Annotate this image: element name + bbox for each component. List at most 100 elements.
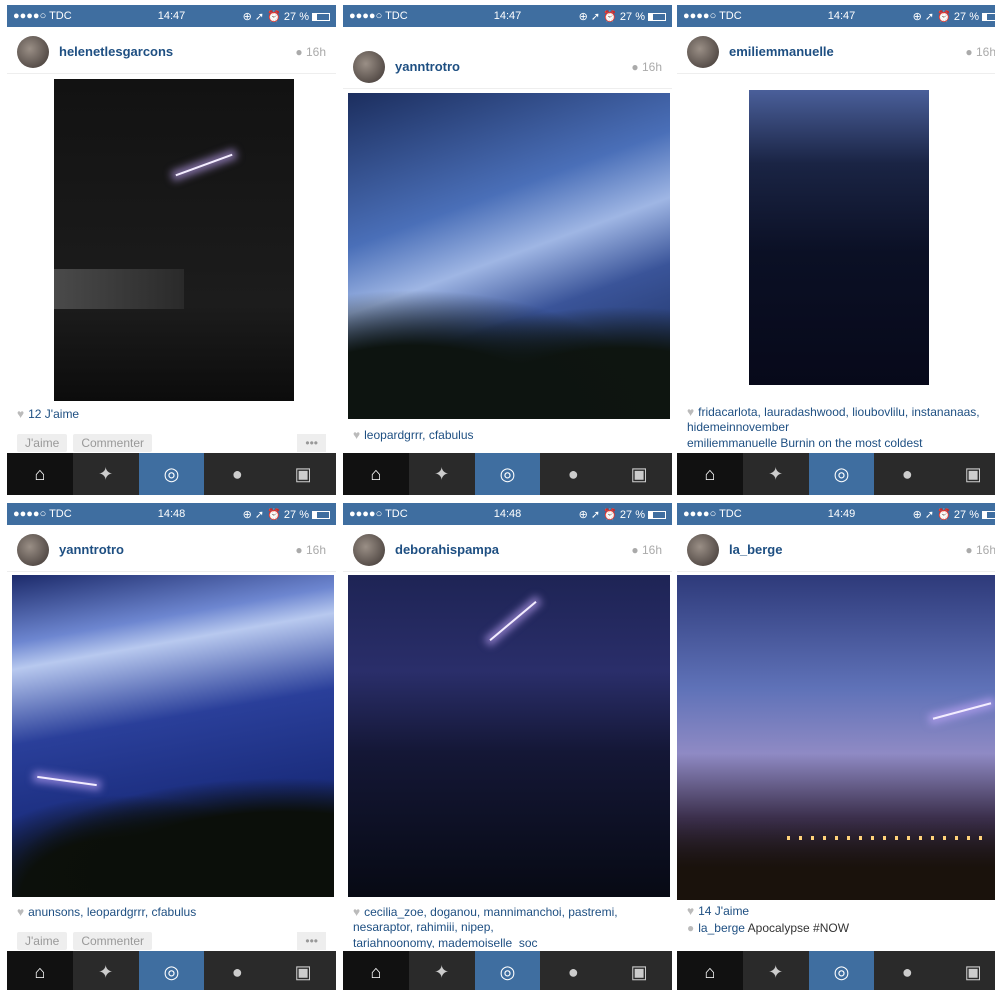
- battery-status: ⊕ ➚ ⏰ 27 %: [882, 10, 995, 23]
- battery-status: ⊕ ➚ ⏰ 27 %: [882, 508, 995, 521]
- clock: 14:47: [493, 10, 522, 22]
- post-header: yanntrotro ● 16h: [7, 528, 336, 572]
- activity-icon[interactable]: ●: [874, 453, 940, 495]
- post-photo[interactable]: [749, 90, 929, 385]
- post-photo[interactable]: [54, 79, 294, 401]
- status-bar: ●●●●○ TDC 14:48 ⊕ ➚ ⏰ 27 %: [7, 503, 336, 525]
- explore-icon[interactable]: ✦: [73, 951, 139, 990]
- like-button[interactable]: J'aime: [17, 434, 68, 452]
- post-age: ● 16h: [295, 44, 326, 59]
- caption-user: la_berge: [698, 921, 745, 935]
- explore-icon[interactable]: ✦: [743, 453, 809, 495]
- profile-icon[interactable]: ▣: [270, 951, 336, 990]
- username[interactable]: la_berge: [729, 542, 965, 557]
- activity-icon[interactable]: ●: [540, 951, 606, 990]
- profile-icon[interactable]: ▣: [270, 453, 336, 495]
- post-header: yanntrotro ● 16h: [343, 45, 672, 89]
- avatar[interactable]: [353, 50, 385, 83]
- feed-panel: ●●●●○ TDC 14:48 ⊕ ➚ ⏰ 27 % deborahispamp…: [343, 503, 672, 990]
- explore-icon[interactable]: ✦: [743, 951, 809, 990]
- caption: tariahnoonomy, mademoiselle_soc: [353, 936, 538, 948]
- clock: 14:48: [493, 508, 522, 520]
- activity-icon[interactable]: ●: [204, 951, 270, 990]
- camera-icon[interactable]: ◎: [808, 453, 875, 495]
- likes-line: ♥ 12 J'aime: [17, 407, 80, 421]
- battery-status: ⊕ ➚ ⏰ 27 %: [212, 10, 330, 23]
- feed-panel: ●●●●○ TDC 14:47 ⊕ ➚ ⏰ 27 % emiliemmanuel…: [677, 5, 995, 495]
- camera-icon[interactable]: ◎: [474, 453, 541, 495]
- clock: 14:47: [157, 10, 186, 22]
- carrier: ●●●●○ TDC: [349, 508, 408, 520]
- username[interactable]: deborahispampa: [395, 542, 631, 557]
- status-bar: ●●●●○ TDC 14:49 ⊕ ➚ ⏰ 27 %: [677, 503, 995, 525]
- feed-panel: ●●●●○ TDC 14:48 ⊕ ➚ ⏰ 27 % yanntrotro ● …: [7, 503, 336, 990]
- post-header: la_berge ● 16h: [677, 528, 995, 572]
- home-icon[interactable]: ⌂: [343, 951, 409, 990]
- heart-icon: ♥: [17, 905, 25, 919]
- feed-panel: ●●●●○ TDC 14:49 ⊕ ➚ ⏰ 27 % la_berge ● 16…: [677, 503, 995, 990]
- post-age: ● 16h: [631, 542, 662, 557]
- carrier: ●●●●○ TDC: [349, 10, 408, 22]
- explore-icon[interactable]: ✦: [409, 951, 475, 990]
- tab-bar: ⌂ ✦ ◎ ● ▣: [677, 951, 995, 990]
- explore-icon[interactable]: ✦: [409, 453, 475, 495]
- activity-icon[interactable]: ●: [874, 951, 940, 990]
- home-icon[interactable]: ⌂: [343, 453, 409, 495]
- username[interactable]: yanntrotro: [59, 542, 295, 557]
- tab-bar: ⌂ ✦ ◎ ● ▣: [677, 453, 995, 495]
- post-photo[interactable]: [677, 575, 995, 900]
- more-button[interactable]: •••: [297, 434, 326, 452]
- username[interactable]: yanntrotro: [395, 59, 631, 74]
- post-age: ● 16h: [295, 542, 326, 557]
- tab-bar: ⌂ ✦ ◎ ● ▣: [7, 951, 336, 990]
- avatar[interactable]: [17, 533, 49, 566]
- post-photo[interactable]: [348, 93, 670, 419]
- tab-bar: ⌂ ✦ ◎ ● ▣: [7, 453, 336, 495]
- camera-icon[interactable]: ◎: [138, 951, 205, 990]
- home-icon[interactable]: ⌂: [677, 951, 743, 990]
- feed-panel: ●●●●○ TDC 14:47 ⊕ ➚ ⏰ 27 % helenetlesgar…: [7, 5, 336, 495]
- camera-icon[interactable]: ◎: [808, 951, 875, 990]
- activity-icon[interactable]: ●: [204, 453, 270, 495]
- camera-icon[interactable]: ◎: [138, 453, 205, 495]
- comment-button[interactable]: Commenter: [73, 932, 152, 950]
- avatar[interactable]: [687, 533, 719, 566]
- tab-bar: ⌂ ✦ ◎ ● ▣: [343, 951, 672, 990]
- activity-icon[interactable]: ●: [540, 453, 606, 495]
- home-icon[interactable]: ⌂: [677, 453, 743, 495]
- avatar[interactable]: [353, 533, 385, 566]
- like-button[interactable]: J'aime: [17, 932, 68, 950]
- clock: 14:49: [827, 508, 856, 520]
- heart-icon: ♥: [353, 905, 361, 919]
- camera-icon[interactable]: ◎: [474, 951, 541, 990]
- profile-icon[interactable]: ▣: [606, 951, 672, 990]
- more-button[interactable]: •••: [297, 932, 326, 950]
- explore-icon[interactable]: ✦: [73, 453, 139, 495]
- tab-bar: ⌂ ✦ ◎ ● ▣: [343, 453, 672, 495]
- home-icon[interactable]: ⌂: [7, 951, 73, 990]
- likes-line: ♥ 14 J'aime: [687, 904, 750, 918]
- comment-button[interactable]: Commenter: [73, 434, 152, 452]
- username[interactable]: emiliemmanuelle: [729, 44, 965, 59]
- status-bar: ●●●●○ TDC 14:47 ⊕ ➚ ⏰ 27 %: [343, 5, 672, 27]
- post-age: ● 16h: [631, 59, 662, 74]
- caption: emiliemmanuelle Burnin on the most colde…: [687, 436, 923, 448]
- username[interactable]: helenetlesgarcons: [59, 44, 295, 59]
- carrier: ●●●●○ TDC: [13, 508, 72, 520]
- profile-icon[interactable]: ▣: [606, 453, 672, 495]
- post-photo[interactable]: [12, 575, 334, 897]
- post-photo[interactable]: [348, 575, 670, 897]
- post-header: emiliemmanuelle ● 16h: [677, 30, 995, 74]
- feed-panel: ●●●●○ TDC 14:47 ⊕ ➚ ⏰ 27 % yanntrotro ● …: [343, 5, 672, 495]
- profile-icon[interactable]: ▣: [940, 951, 995, 990]
- clock: 14:48: [157, 508, 186, 520]
- avatar[interactable]: [687, 35, 719, 68]
- carrier: ●●●●○ TDC: [683, 10, 742, 22]
- likes-line: ♥ leopardgrrr, cfabulus: [353, 428, 474, 442]
- post-age: ● 16h: [965, 542, 995, 557]
- home-icon[interactable]: ⌂: [7, 453, 73, 495]
- profile-icon[interactable]: ▣: [940, 453, 995, 495]
- comment-icon: ●: [687, 921, 695, 935]
- post-age: ● 16h: [965, 44, 995, 59]
- avatar[interactable]: [17, 35, 49, 68]
